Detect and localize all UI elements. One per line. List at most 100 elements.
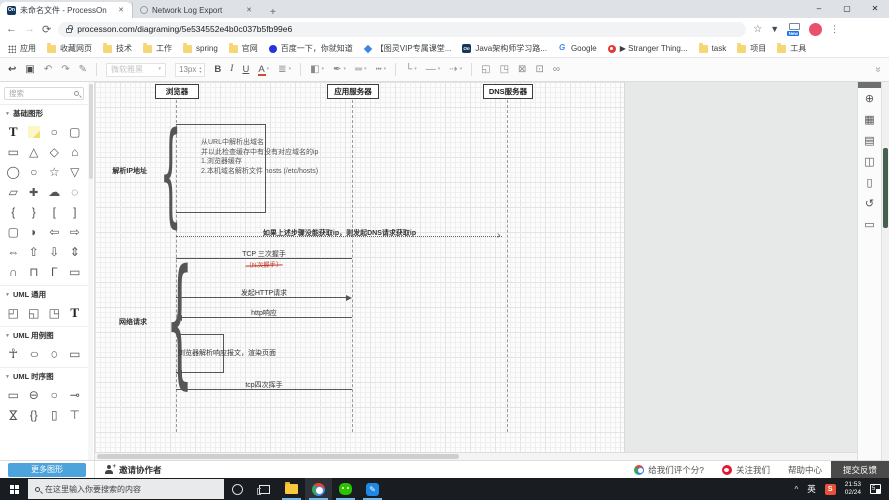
label-network-request[interactable]: 网络请求 bbox=[103, 317, 147, 327]
new-page-icon[interactable]: ▯ bbox=[866, 178, 872, 189]
rect-shape[interactable]: ▭ bbox=[65, 344, 86, 364]
extension-new-icon[interactable]: New bbox=[787, 23, 801, 36]
close-button[interactable]: ✕ bbox=[861, 0, 889, 16]
line-dash-icon[interactable]: ┅ bbox=[376, 64, 387, 75]
lifeline-shape[interactable]: ⊖ bbox=[24, 385, 45, 405]
follow-us-button[interactable]: 关注我们 bbox=[713, 461, 779, 478]
arrow-up-shape[interactable]: ⇧ bbox=[24, 242, 45, 262]
tall-oval-shape[interactable]: ○ bbox=[44, 342, 65, 367]
format-painter-icon[interactable]: ✎ bbox=[79, 64, 87, 75]
bookmark-item[interactable]: Google bbox=[558, 43, 597, 53]
rect2-shape[interactable]: ▭ bbox=[65, 262, 86, 282]
package-shape[interactable]: ◰ bbox=[3, 303, 24, 323]
corner-shape[interactable]: Γ bbox=[44, 262, 65, 282]
new-tab-button[interactable]: + bbox=[266, 7, 280, 18]
scrollbar-thumb[interactable] bbox=[97, 454, 459, 459]
rate-us-button[interactable]: 给我们评个分? bbox=[625, 461, 713, 478]
url-box[interactable]: processon.com/diagraming/5e534552e4b0c03… bbox=[58, 21, 747, 37]
text-shape[interactable]: T bbox=[3, 122, 24, 142]
bookmark-item[interactable]: 工作 bbox=[143, 42, 172, 54]
http-response-label[interactable]: http响应 bbox=[176, 308, 352, 318]
tray-expand-icon[interactable]: ^ bbox=[794, 485, 798, 494]
diamond-shape[interactable]: ◇ bbox=[44, 142, 65, 162]
dns-request-label[interactable]: 如果上述步骤没能获取ip，则发起DNS请求获取ip bbox=[176, 228, 503, 238]
section-uml-common[interactable]: ▼ UML 通用 bbox=[0, 285, 88, 302]
wechat-taskbar-button[interactable] bbox=[332, 478, 359, 500]
taskbar-search-input[interactable]: 在这里输入你要搜索的内容 bbox=[28, 479, 224, 499]
tab-close-icon[interactable]: ✕ bbox=[245, 6, 253, 14]
inverted-triangle-shape[interactable]: ▽ bbox=[65, 162, 86, 182]
clock[interactable]: 21:53 02/24 bbox=[845, 481, 861, 497]
scrollbar-thumb[interactable] bbox=[883, 148, 888, 228]
separator[interactable] bbox=[395, 63, 397, 76]
lifeline-app-server[interactable] bbox=[352, 100, 353, 432]
invite-collaborator-button[interactable]: + 邀请协作者 bbox=[105, 464, 162, 476]
bookmark-item[interactable]: 【图灵VIP专属课堂... bbox=[363, 43, 451, 54]
bookmark-item[interactable]: 官网 bbox=[228, 42, 258, 54]
section-basic-shapes[interactable]: ▼ 基础图形 bbox=[0, 104, 88, 121]
undo-icon[interactable]: ↶ bbox=[44, 64, 52, 75]
tbar-shape[interactable]: ⊤ bbox=[65, 405, 86, 425]
line-width-icon[interactable]: ═ bbox=[355, 64, 367, 75]
notification-center-icon[interactable]: 5 bbox=[870, 484, 881, 494]
constraint-shape[interactable]: {} bbox=[24, 405, 45, 425]
menu-kebab-icon[interactable]: ⋮ bbox=[830, 24, 839, 35]
tcp-close-label[interactable]: tcp四次挥手 bbox=[176, 380, 352, 390]
bookmark-item[interactable]: 百度一下，你就知道 bbox=[268, 43, 353, 54]
bookmark-star-icon[interactable]: ☆ bbox=[753, 24, 762, 35]
label-resolve-ip[interactable]: 解析IP地址 bbox=[97, 166, 147, 176]
callout-shape[interactable]: ◌ bbox=[65, 182, 86, 202]
start-button[interactable] bbox=[0, 478, 28, 500]
cross-shape[interactable]: ✚ bbox=[24, 182, 45, 202]
font-color-button[interactable]: A bbox=[258, 65, 269, 77]
bookmark-item[interactable]: task bbox=[698, 42, 726, 53]
notes-app-button[interactable]: ✎ bbox=[359, 478, 386, 500]
star-shape[interactable]: ☆ bbox=[44, 162, 65, 182]
history-icon[interactable]: ↺ bbox=[865, 199, 874, 210]
brace-left-shape[interactable]: { bbox=[3, 202, 24, 222]
arrow-right-shape[interactable]: ⇨ bbox=[65, 222, 86, 242]
tab-network-log[interactable]: Network Log Export ✕ bbox=[132, 2, 260, 18]
clipboard-icon[interactable]: ▤ bbox=[864, 136, 874, 147]
bring-front-icon[interactable]: ◱ bbox=[481, 64, 490, 75]
circle-shape[interactable]: ○ bbox=[44, 122, 65, 142]
text-shape[interactable]: T bbox=[65, 303, 86, 323]
canvas-horizontal-scrollbar[interactable] bbox=[95, 452, 857, 460]
arrow-style-icon[interactable]: ⇢ bbox=[449, 64, 462, 75]
heptagon-shape[interactable]: ◯ bbox=[3, 162, 24, 182]
underline-button[interactable]: U bbox=[242, 65, 249, 75]
tab-close-icon[interactable]: ✕ bbox=[117, 6, 125, 14]
lock-icon[interactable]: ⊠ bbox=[518, 64, 526, 75]
bookmark-item[interactable]: 项目 bbox=[737, 42, 766, 54]
lifeline-dns-server[interactable] bbox=[507, 100, 508, 432]
folder-shape[interactable]: ◱ bbox=[24, 303, 45, 323]
back-icon[interactable]: ← bbox=[6, 23, 17, 35]
line-type-icon[interactable]: — bbox=[426, 64, 441, 75]
u-round-shape[interactable]: ∩ bbox=[3, 262, 24, 282]
arrow-double-h-shape[interactable]: ⇔ bbox=[3, 242, 24, 262]
resolve-note[interactable]: 从URL中解析出域名 并以此检查缓存中有没有对应域名的ip 1.浏览器缓存 2.本机域… bbox=[201, 138, 318, 176]
cortana-button[interactable] bbox=[224, 478, 251, 500]
http-request-label[interactable]: 发起HTTP请求 bbox=[176, 288, 352, 298]
connector-type-icon[interactable]: └ bbox=[405, 64, 417, 75]
boundary-shape[interactable]: ⊸ bbox=[65, 385, 86, 405]
u-square-shape[interactable]: ⊓ bbox=[24, 262, 45, 282]
maximize-button[interactable]: ▢ bbox=[833, 0, 861, 16]
pentagon-shape[interactable]: ⌂ bbox=[65, 142, 86, 162]
object-shape[interactable]: ▭ bbox=[3, 385, 24, 405]
entity-shape[interactable]: ○ bbox=[44, 385, 65, 405]
actor-browser[interactable]: 浏览器 bbox=[155, 84, 199, 99]
font-family-select[interactable]: 微软雅黑 bbox=[106, 62, 167, 77]
sidebar-scrollbar[interactable] bbox=[88, 82, 93, 460]
separator[interactable] bbox=[471, 63, 473, 76]
line-color-icon[interactable]: ✒ bbox=[333, 64, 346, 75]
bracket-left-shape[interactable]: [ bbox=[44, 202, 65, 222]
sticky-note-shape[interactable] bbox=[24, 122, 45, 142]
trapezoid-shape[interactable]: ▱ bbox=[3, 182, 24, 202]
bookmark-item[interactable]: ▶ Stranger Thing... bbox=[607, 44, 688, 53]
file-explorer-button[interactable] bbox=[278, 478, 305, 500]
brace-right-shape[interactable]: } bbox=[24, 202, 45, 222]
extension-icon[interactable]: ▼ bbox=[770, 24, 779, 34]
comment-icon[interactable]: ▭ bbox=[864, 220, 874, 231]
chrome-taskbar-button[interactable] bbox=[305, 478, 332, 500]
